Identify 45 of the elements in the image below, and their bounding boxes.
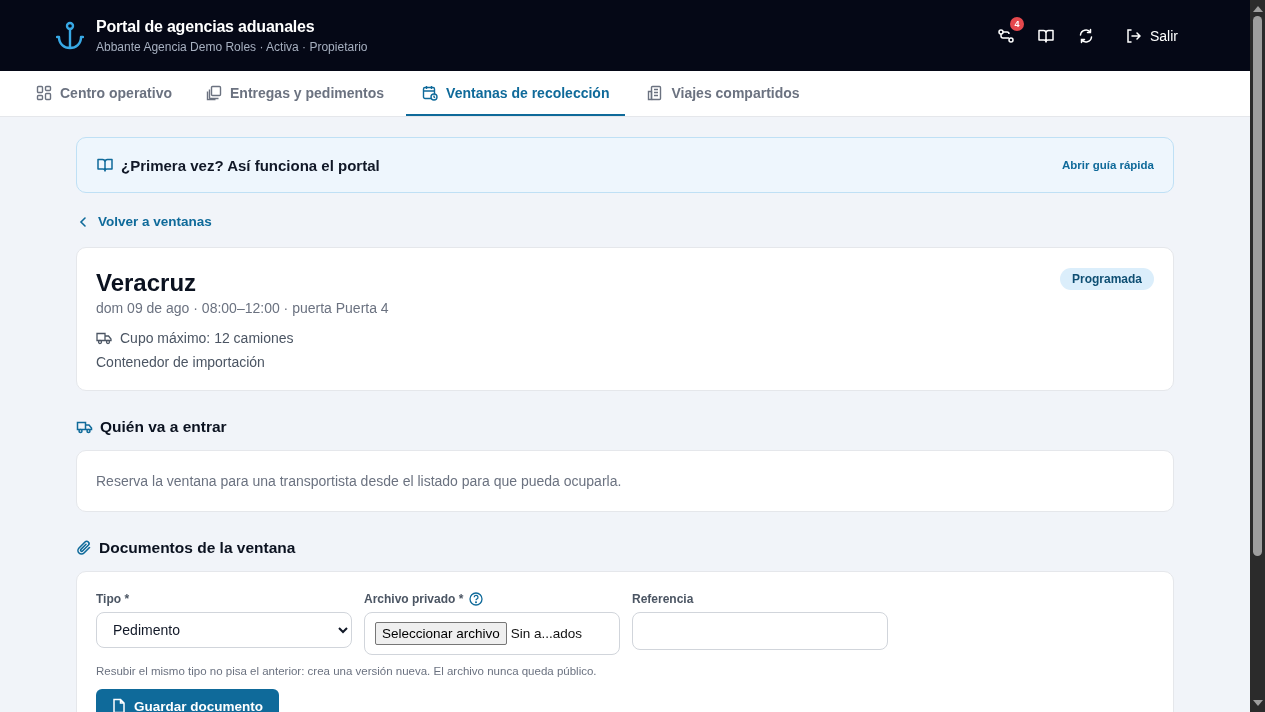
section-title: Quién va a entrar [100, 418, 227, 436]
banner-title: ¿Primera vez? Así funciona el portal [121, 156, 380, 174]
quick-guide-link[interactable]: Abrir guía rápida [1061, 159, 1154, 171]
section-title: Documentos de la ventana [99, 539, 296, 557]
building-icon [647, 84, 664, 101]
window-title: Veracruz [96, 268, 198, 298]
back-link[interactable]: Volver a ventanas [78, 214, 212, 229]
logout-icon [1125, 27, 1141, 44]
field-label: Referencia [632, 592, 695, 606]
calendar-icon [422, 84, 439, 101]
document-icon [112, 698, 126, 712]
hint-text: Resubir el mismo tipo no pisa el anterior: crea una versión nueva. El archivo nunca queda público. [96, 665, 598, 677]
account-subtitle: Abbante Agencia Demo Roles · Activa · Propietario [96, 39, 368, 54]
truck-icon [76, 420, 93, 434]
capacity-text: Cupo máximo: 12 camiones [120, 330, 294, 346]
truck-icon [96, 331, 112, 345]
schedule-text: dom 09 de ago · 08:00–12:00 · puerta Puerta 4 [96, 300, 389, 316]
book-icon [97, 157, 113, 173]
choose-file-button[interactable]: Seleccionar archivo [375, 622, 507, 645]
save-document-button[interactable]: Guardar documento [96, 689, 279, 712]
type-select[interactable]: Pedimento [96, 612, 352, 648]
file-name-text: Sin a...ados [510, 626, 583, 641]
nav-tab[interactable]: Viajes compartidos [635, 71, 812, 116]
field-label: Archivo privado * [364, 592, 464, 606]
anchor-icon [56, 20, 84, 51]
nav-tab[interactable]: Entregas y pedimentos [194, 71, 397, 116]
help-icon[interactable] [469, 592, 484, 606]
chevron-left-icon [78, 215, 88, 228]
refresh-icon [1078, 27, 1094, 44]
logout-button[interactable]: Salir [1121, 23, 1182, 48]
paperclip-icon [76, 540, 92, 556]
scrollbar[interactable] [1250, 0, 1265, 712]
share-nodes-icon [998, 27, 1014, 44]
field-label: Tipo * [96, 592, 131, 606]
status-badge: Programada [1059, 268, 1154, 290]
grid-icon [36, 84, 52, 101]
cargo-text: Contenedor de importación [96, 354, 266, 370]
nav-tab[interactable]: Centro operativo [24, 71, 184, 116]
nav-tab[interactable]: Ventanas de recolección [406, 71, 626, 116]
notification-badge: 4 [1010, 16, 1024, 31]
copy-icon [206, 84, 222, 101]
reservation-message: Reserva la ventana para una transportista desde el listado para que pueda ocuparla. [96, 473, 622, 489]
app-title: Portal de agencias aduanales [96, 17, 316, 36]
reference-input[interactable] [632, 612, 888, 650]
book-icon [1038, 27, 1054, 44]
